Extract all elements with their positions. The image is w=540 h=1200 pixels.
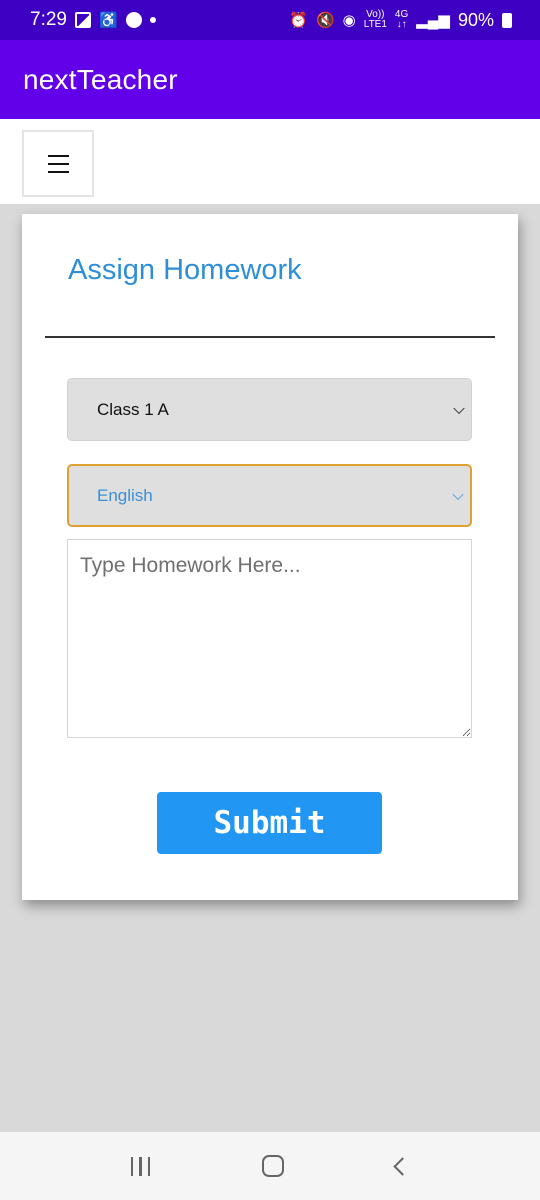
app-bar: nextTeacher xyxy=(0,40,540,119)
hamburger-menu-icon xyxy=(47,154,69,157)
title-divider xyxy=(45,336,495,338)
homework-textarea[interactable] xyxy=(67,539,472,738)
volte-label-bottom: LTE1 xyxy=(363,19,387,30)
chevron-down-icon xyxy=(452,488,464,500)
alarm-icon: ⏰ xyxy=(289,12,308,29)
back-button[interactable] xyxy=(393,1156,412,1176)
home-button[interactable] xyxy=(262,1155,285,1177)
page-title: Assign Homework xyxy=(68,254,302,286)
toolbar xyxy=(0,119,540,204)
menu-button[interactable] xyxy=(22,130,94,197)
app-title: nextTeacher xyxy=(23,63,178,95)
hotspot-icon: ◉ xyxy=(342,12,356,29)
hamburger-menu-icon-line xyxy=(47,162,69,165)
phone-call-icon xyxy=(125,12,142,28)
signal-icon: ▂▄▆ xyxy=(416,12,450,29)
status-bar: 7:29 ♿ ⏰ 🔇 ◉ Vo)) LTE1 4G ↓↑ ▂▄▆ 90% xyxy=(0,0,540,40)
status-bar-left: 7:29 ♿ xyxy=(30,9,156,31)
subject-select[interactable]: English xyxy=(67,464,472,527)
class-select[interactable]: Class 1 A xyxy=(67,378,472,441)
recent-apps-icon-bar xyxy=(139,1156,142,1176)
gallery-icon xyxy=(74,12,91,28)
subject-select-value: English xyxy=(97,485,153,505)
recent-apps-button[interactable] xyxy=(130,1156,151,1176)
mute-icon: 🔇 xyxy=(315,12,335,29)
status-time: 7:29 xyxy=(30,9,67,30)
submit-button[interactable]: Submit xyxy=(157,792,382,854)
battery-icon xyxy=(502,12,512,28)
volte-icon: Vo)) LTE1 xyxy=(364,10,387,30)
battery-percent: 90% xyxy=(457,9,494,30)
assign-homework-card: Assign Homework Class 1 A English Submit xyxy=(22,214,518,900)
status-bar-right: ⏰ 🔇 ◉ Vo)) LTE1 4G ↓↑ ▂▄▆ 90% xyxy=(289,10,512,31)
network-label-bottom: ↓↑ xyxy=(396,19,407,30)
recent-apps-icon xyxy=(130,1156,134,1176)
hamburger-menu-icon-line xyxy=(47,170,69,173)
class-select-value: Class 1 A xyxy=(97,399,169,419)
notification-dot-icon xyxy=(149,17,156,23)
chevron-down-icon xyxy=(453,402,465,414)
system-nav-bar xyxy=(0,1132,540,1200)
4g-icon: 4G ↓↑ xyxy=(395,10,408,30)
accessibility-icon: ♿ xyxy=(98,12,118,29)
recent-apps-icon-bar xyxy=(147,1156,151,1176)
